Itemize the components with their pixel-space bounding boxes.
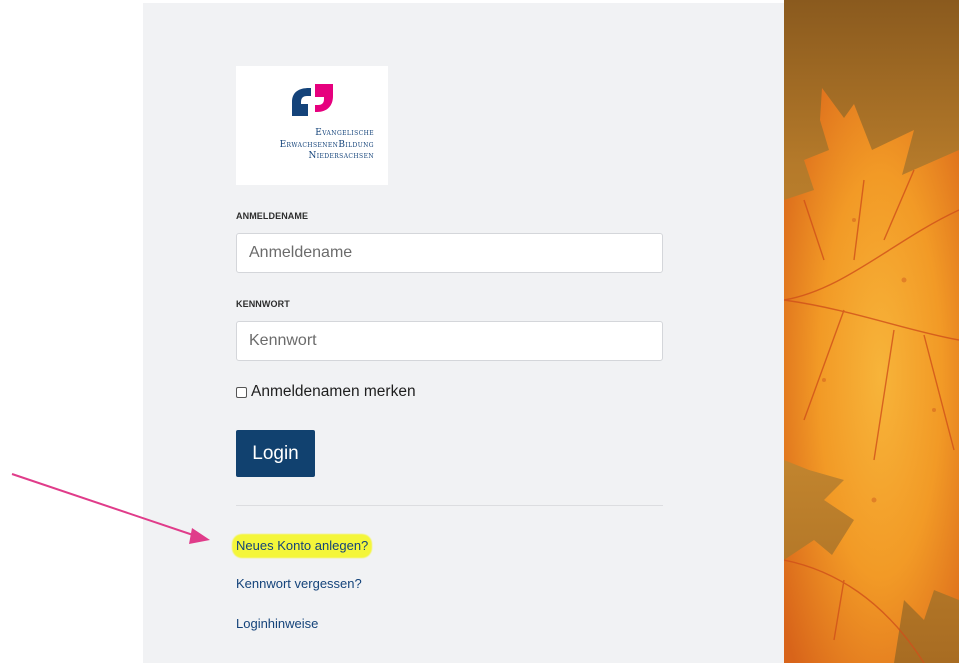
logo-text-line: Evangelische xyxy=(315,128,374,138)
divider xyxy=(236,505,663,506)
new-account-link[interactable]: Neues Konto anlegen? xyxy=(236,538,368,553)
logo-text-line: ErwachsenenBildung xyxy=(279,139,374,150)
logo-wordmark: Evangelische ErwachsenenBildung Niedersa… xyxy=(280,128,374,163)
logo-mark-icon xyxy=(292,84,333,116)
logo: Evangelische ErwachsenenBildung Niedersa… xyxy=(236,66,388,185)
password-input[interactable] xyxy=(236,321,663,361)
username-label: ANMELDENAME xyxy=(236,211,309,221)
logo-text-line: Niedersachsen xyxy=(308,151,374,161)
login-button[interactable]: Login xyxy=(236,430,315,477)
page: Evangelische ErwachsenenBildung Niedersa… xyxy=(0,0,959,663)
autumn-leaf-image xyxy=(784,0,959,663)
password-label: KENNWORT xyxy=(236,299,290,309)
username-input[interactable] xyxy=(236,233,663,273)
remember-username[interactable]: Anmeldenamen merken xyxy=(236,383,416,401)
remember-checkbox[interactable] xyxy=(236,386,247,398)
login-hints-link[interactable]: Loginhinweise xyxy=(236,616,318,631)
background-image xyxy=(784,0,959,663)
forgot-password-link[interactable]: Kennwort vergessen? xyxy=(236,576,362,591)
remember-label: Anmeldenamen merken xyxy=(251,383,416,400)
